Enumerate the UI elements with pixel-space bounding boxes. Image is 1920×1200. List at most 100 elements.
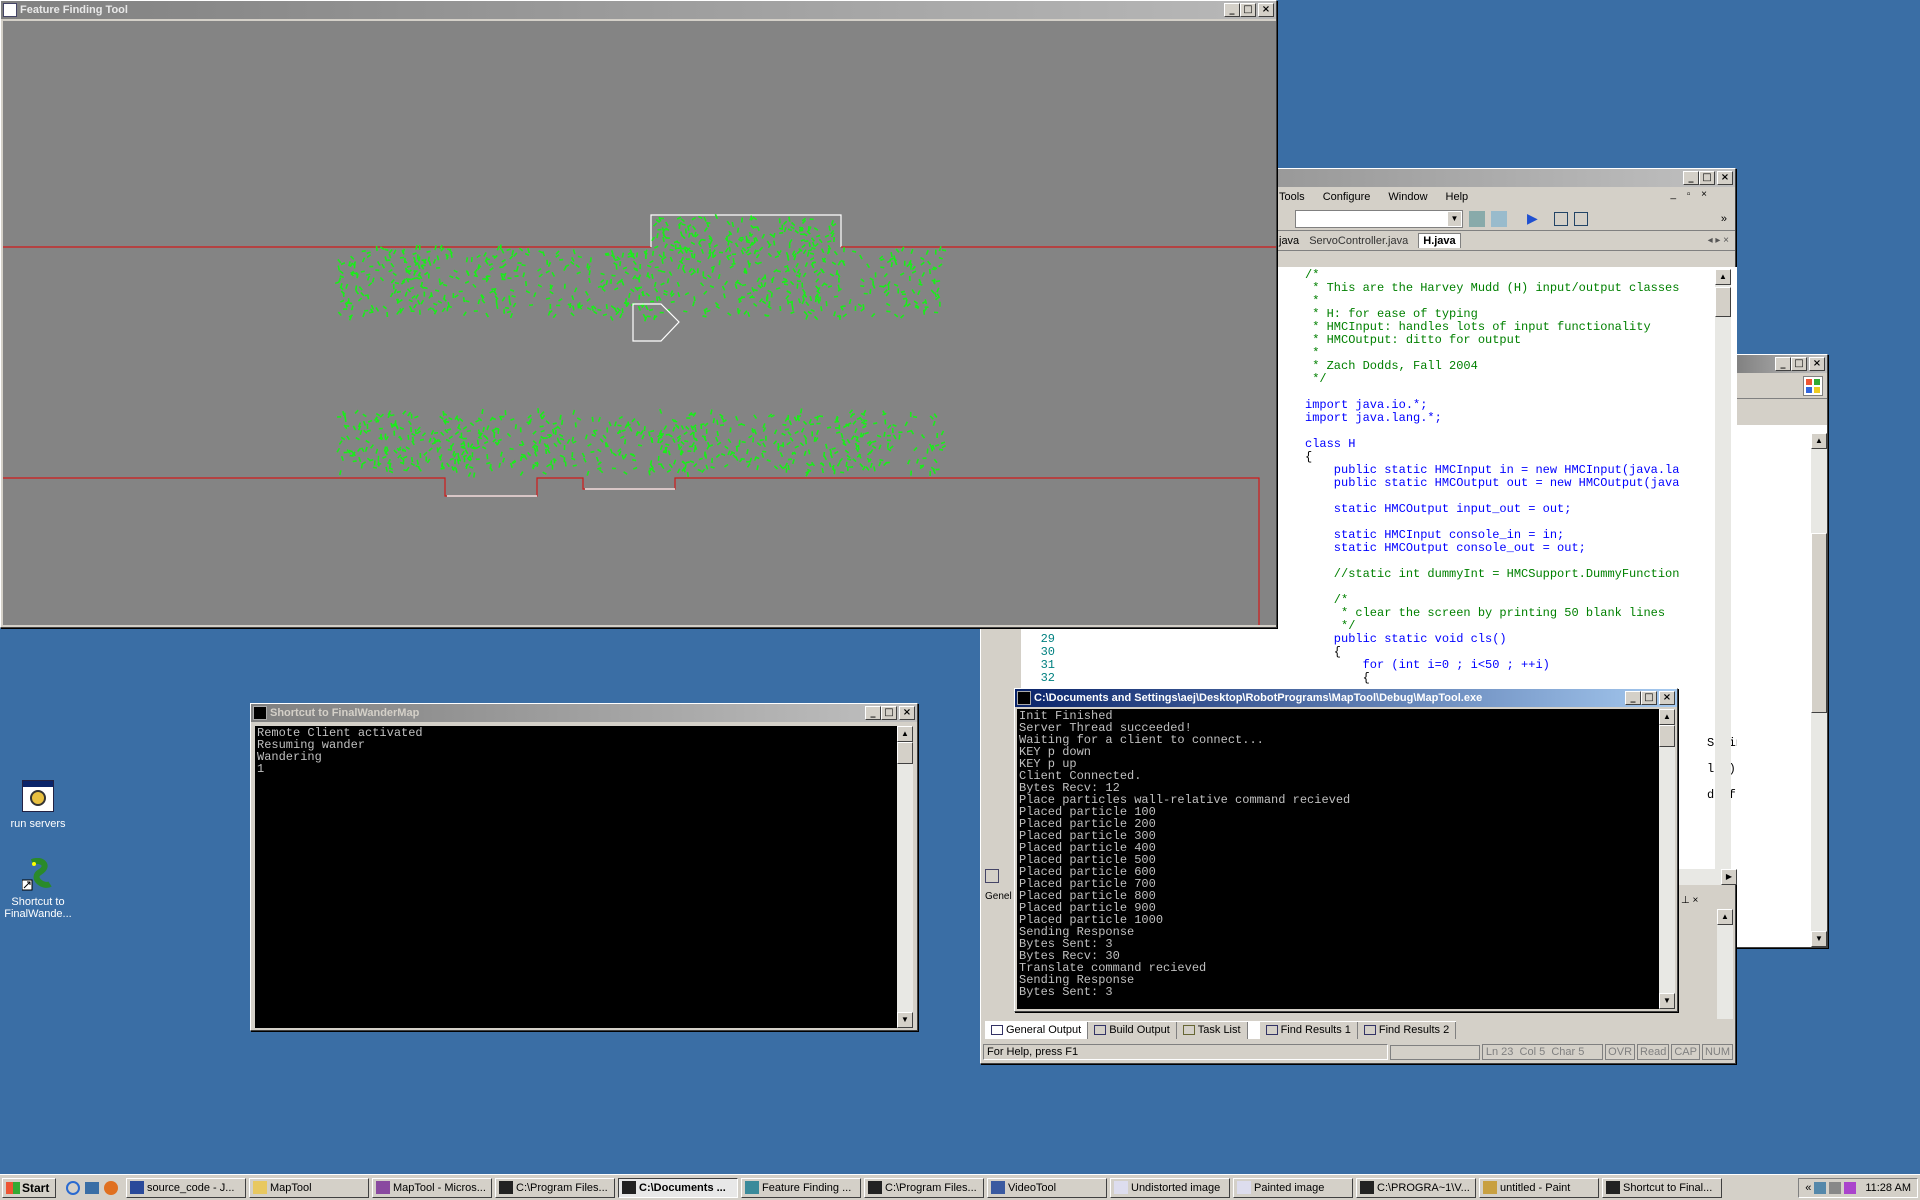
more-icon[interactable]: » bbox=[1721, 213, 1727, 225]
network-icon[interactable] bbox=[1814, 1181, 1827, 1194]
wander-console-output[interactable]: Remote Client activated Resuming wander Wa… bbox=[255, 726, 897, 1028]
build-icon[interactable] bbox=[1469, 210, 1485, 227]
tab-find-results-1[interactable]: Find Results 1 bbox=[1259, 1021, 1358, 1039]
particle bbox=[836, 272, 841, 278]
close-button[interactable]: × bbox=[1258, 3, 1274, 17]
wander-console-scrollbar[interactable]: ▲ ▼ bbox=[897, 726, 913, 1028]
particle bbox=[724, 445, 729, 450]
particle bbox=[336, 447, 341, 453]
particle bbox=[572, 305, 575, 311]
maximize-button[interactable]: □ bbox=[881, 706, 897, 720]
particle bbox=[701, 468, 706, 473]
maximize-button[interactable]: □ bbox=[1791, 357, 1807, 371]
taskbar-task[interactable]: MapTool bbox=[249, 1177, 369, 1198]
menu-help[interactable]: Help bbox=[1446, 191, 1469, 203]
taskbar-task[interactable]: MapTool - Micros... bbox=[372, 1177, 492, 1198]
close-button[interactable]: × bbox=[1717, 171, 1733, 185]
particle bbox=[388, 467, 394, 471]
ie-icon[interactable] bbox=[66, 1180, 80, 1195]
menu-tools[interactable]: Tools bbox=[1279, 191, 1305, 203]
tab-task-list[interactable]: Task List bbox=[1176, 1021, 1248, 1039]
desktop-icon[interactable] bbox=[85, 1181, 99, 1194]
maximize-button[interactable]: □ bbox=[1699, 171, 1715, 185]
taskbar-task[interactable]: C:\Program Files... bbox=[495, 1177, 615, 1198]
particle bbox=[776, 287, 781, 290]
dock-icon[interactable] bbox=[985, 869, 999, 883]
tab-java[interactable]: java bbox=[1279, 235, 1299, 247]
firefox-icon[interactable] bbox=[104, 1180, 118, 1195]
taskbar-task[interactable]: C:\Documents ... bbox=[618, 1177, 738, 1198]
minimize-button[interactable]: _ bbox=[1224, 3, 1240, 17]
config-combo[interactable]: ▼ bbox=[1295, 209, 1463, 228]
output-vscroll[interactable]: ▲ bbox=[1717, 909, 1733, 1019]
menu-configure[interactable]: Configure bbox=[1323, 191, 1371, 203]
desktop-icon-run-servers[interactable]: run servers bbox=[0, 780, 76, 830]
desktop-icon-shortcut[interactable]: Shortcut to FinalWande... bbox=[0, 858, 76, 920]
refresh-icon[interactable] bbox=[1491, 210, 1507, 227]
particle bbox=[584, 290, 589, 296]
taskbar-task[interactable]: Feature Finding ... bbox=[741, 1177, 861, 1198]
particle bbox=[862, 425, 867, 429]
mdi-controls[interactable]: _ ▫ × bbox=[1670, 189, 1711, 200]
background-window-titlebar[interactable]: _ □ × bbox=[1735, 355, 1827, 373]
minimize-button[interactable]: _ bbox=[1775, 357, 1791, 371]
maptool-console-titlebar[interactable]: C:\Documents and Settings\aej\Desktop\Ro… bbox=[1015, 689, 1677, 707]
clock[interactable]: 11:28 AM bbox=[1865, 1182, 1911, 1194]
taskbar-task[interactable]: untitled - Paint bbox=[1479, 1177, 1599, 1198]
maptool-console-scrollbar[interactable]: ▲ ▼ bbox=[1659, 709, 1675, 1009]
particle bbox=[476, 254, 481, 259]
taskbar-task[interactable]: Painted image bbox=[1233, 1177, 1353, 1198]
taskbar-task[interactable]: source_code - J... bbox=[126, 1177, 246, 1198]
particle bbox=[900, 290, 905, 294]
taskbar-task[interactable]: Shortcut to Final... bbox=[1602, 1177, 1722, 1198]
taskbar-task[interactable]: C:\PROGRA~1\V... bbox=[1356, 1177, 1476, 1198]
tab-general-output[interactable]: General Output bbox=[985, 1021, 1089, 1039]
step-over-icon[interactable] bbox=[1573, 211, 1588, 226]
particle bbox=[687, 232, 691, 238]
tab-find-results-2[interactable]: Find Results 2 bbox=[1357, 1021, 1457, 1039]
volume-icon[interactable] bbox=[1829, 1181, 1842, 1194]
editor-vscroll[interactable]: ▲ bbox=[1715, 269, 1731, 869]
particle bbox=[913, 446, 918, 452]
close-button[interactable]: × bbox=[1809, 357, 1825, 371]
particle bbox=[683, 431, 688, 436]
menu-window[interactable]: Window bbox=[1388, 191, 1427, 203]
particle bbox=[597, 416, 601, 422]
dock-label[interactable]: Genel bbox=[985, 891, 1012, 902]
taskbar-task[interactable]: VideoTool bbox=[987, 1177, 1107, 1198]
tray-expand-icon[interactable]: « bbox=[1805, 1182, 1811, 1194]
maximize-button[interactable]: □ bbox=[1240, 3, 1256, 17]
maximize-button[interactable]: □ bbox=[1641, 691, 1657, 705]
taskbar-task[interactable]: Undistorted image bbox=[1110, 1177, 1230, 1198]
minimize-button[interactable]: _ bbox=[1683, 171, 1699, 185]
particle bbox=[602, 313, 608, 317]
tab-nav-icons[interactable]: ◂ ▸ × bbox=[1708, 235, 1729, 246]
run-icon[interactable]: ▶ bbox=[1527, 210, 1538, 227]
close-button[interactable]: × bbox=[899, 706, 915, 720]
background-window-scrollbar[interactable]: ▲ ▼ bbox=[1811, 433, 1827, 947]
step-icon[interactable] bbox=[1553, 211, 1568, 226]
tray-app-icon[interactable] bbox=[1844, 1181, 1857, 1194]
taskbar-task[interactable]: C:\Program Files... bbox=[864, 1177, 984, 1198]
particle bbox=[366, 254, 372, 258]
feature-finding-titlebar[interactable]: Feature Finding Tool _ □ × bbox=[1, 1, 1276, 19]
tab-h-java[interactable]: H.java bbox=[1418, 233, 1461, 248]
tab-build-output[interactable]: Build Output bbox=[1088, 1021, 1177, 1039]
output-pane-controls[interactable]: ⊥ × bbox=[1681, 895, 1698, 906]
maptool-console-output[interactable]: Init Finished Server Thread succeeded! Wai… bbox=[1017, 709, 1659, 1009]
wander-console-titlebar[interactable]: Shortcut to FinalWanderMap _ □ × bbox=[251, 704, 917, 722]
particle bbox=[761, 452, 765, 458]
start-button[interactable]: Start bbox=[2, 1177, 56, 1198]
particle bbox=[577, 303, 580, 309]
particle bbox=[499, 266, 504, 269]
particle bbox=[416, 430, 421, 435]
particle bbox=[700, 248, 705, 254]
tab-servocontroller[interactable]: ServoController.java bbox=[1309, 235, 1408, 247]
minimize-button[interactable]: _ bbox=[865, 706, 881, 720]
particle bbox=[420, 299, 425, 305]
minimize-button[interactable]: _ bbox=[1625, 691, 1641, 705]
particle bbox=[796, 268, 801, 274]
map-canvas[interactable] bbox=[3, 21, 1276, 625]
particle bbox=[654, 287, 659, 293]
close-button[interactable]: × bbox=[1659, 691, 1675, 705]
